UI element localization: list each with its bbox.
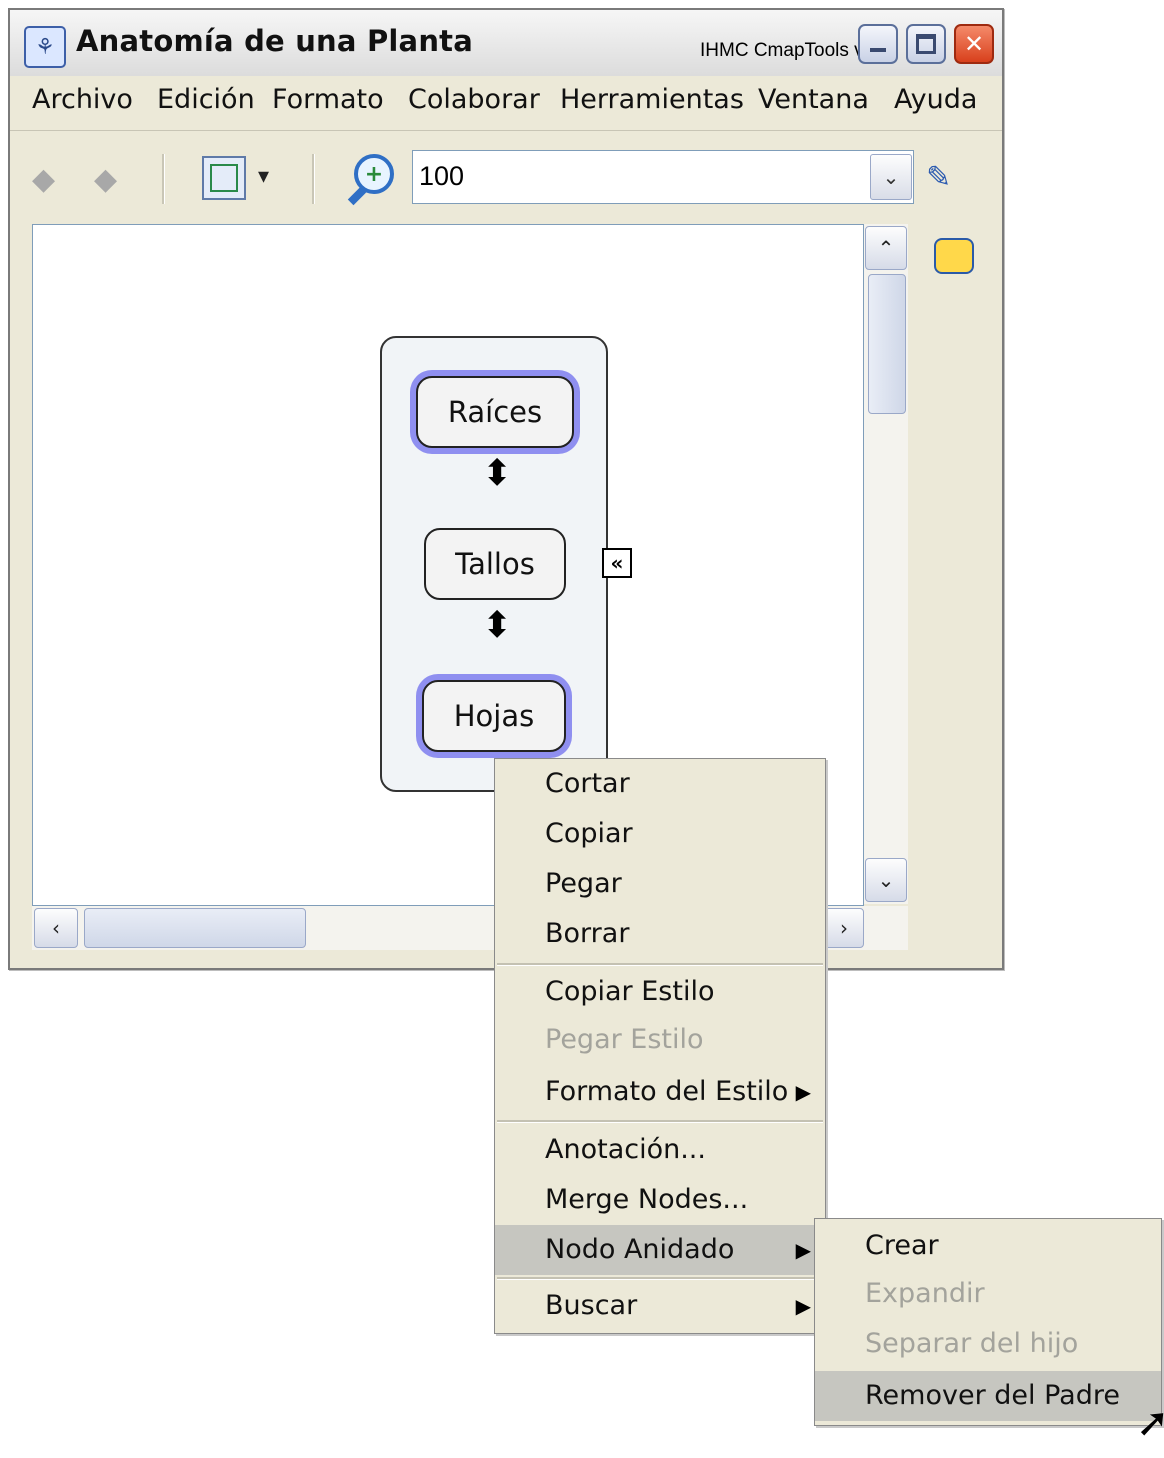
scroll-up-button[interactable]: ⌃ <box>865 226 907 270</box>
submenu-arrow-icon: ▶ <box>795 1294 811 1318</box>
menu-item-pegar-estilo: Pegar Estilo <box>545 1024 704 1055</box>
chevron-down-icon: ⌄ <box>877 868 895 892</box>
minimize-icon <box>870 48 886 52</box>
menu-colaborar[interactable]: Colaborar <box>408 84 540 115</box>
submenu-item-remover-del-padre[interactable]: Remover del Padre <box>815 1371 1161 1421</box>
horizontal-scroll-thumb[interactable] <box>84 908 306 948</box>
submenu-item-crear[interactable]: Crear <box>815 1221 1161 1271</box>
menu-item-cortar[interactable]: Cortar <box>495 759 825 809</box>
menu-formato[interactable]: Formato <box>272 84 384 115</box>
menu-item-formato-del-estilo[interactable]: Formato del Estilo ▶ <box>495 1067 825 1117</box>
menu-item-anotacion[interactable]: Anotación... <box>495 1125 825 1175</box>
nested-node-submenu: Crear Expandir Separar del hijo Remover … <box>814 1218 1162 1426</box>
scroll-left-button[interactable]: ‹ <box>34 908 78 948</box>
mouse-pointer-icon: ➚ <box>1136 1400 1164 1446</box>
zoom-handle <box>347 186 367 206</box>
concept-node-tallos[interactable]: Tallos <box>424 528 566 600</box>
chevron-down-icon: ⌄ <box>882 165 900 189</box>
submenu-arrow-icon: ▶ <box>795 1238 811 1262</box>
menu-ayuda[interactable]: Ayuda <box>894 84 977 115</box>
chevron-right-icon: › <box>840 916 848 940</box>
toolbar: ◆ ◆ ▾ + 100 ⌄ ✎ <box>10 132 1002 222</box>
menu-separator <box>497 1120 823 1123</box>
menu-item-buscar[interactable]: Buscar ▶ <box>495 1281 825 1331</box>
menu-item-copiar-estilo[interactable]: Copiar Estilo <box>495 967 825 1017</box>
chevron-down-icon[interactable]: ▾ <box>258 164 269 189</box>
context-menu: Cortar Copiar Pegar Borrar Copiar Estilo… <box>494 758 826 1334</box>
maximize-icon <box>916 34 936 54</box>
concept-node-hojas[interactable]: Hojas <box>422 680 566 752</box>
back-arrow-icon[interactable]: ◆ <box>32 162 55 197</box>
menu-item-borrar[interactable]: Borrar <box>495 909 825 959</box>
menu-herramientas[interactable]: Herramientas <box>560 84 744 115</box>
menu-separator <box>497 963 823 966</box>
maximize-button[interactable] <box>906 24 946 64</box>
scroll-down-button[interactable]: ⌄ <box>865 858 907 902</box>
toolbar-separator <box>312 154 315 204</box>
submenu-item-expandir: Expandir <box>865 1278 985 1309</box>
app-name: IHMC CmapTools v4 <box>700 40 875 61</box>
collapse-handle-icon[interactable]: « <box>602 548 632 578</box>
link-arrow-icon: ⬍ <box>482 605 513 646</box>
zoom-field[interactable]: 100 <box>412 150 914 204</box>
close-icon: ✕ <box>963 30 985 58</box>
menu-ventana[interactable]: Ventana <box>758 84 869 115</box>
concept-map-icon: ⚘ <box>24 26 66 68</box>
concept-node-raices[interactable]: Raíces <box>416 376 574 448</box>
menu-item-copiar[interactable]: Copiar <box>495 809 825 859</box>
menu-item-pegar[interactable]: Pegar <box>495 859 825 909</box>
toolbar-separator <box>162 154 165 204</box>
map-details-icon[interactable] <box>934 238 974 274</box>
submenu-arrow-icon: ▶ <box>795 1080 811 1104</box>
vertical-scroll-thumb[interactable] <box>868 274 906 414</box>
view-icon[interactable] <box>202 156 246 200</box>
zoom-dropdown-button[interactable]: ⌄ <box>870 154 912 200</box>
menu-edicion[interactable]: Edición <box>157 84 255 115</box>
menu-bar: Archivo Edición Formato Colaborar Herram… <box>10 76 1002 131</box>
minimize-button[interactable] <box>858 24 898 64</box>
chevron-left-icon: ‹ <box>52 916 60 940</box>
title-bar[interactable]: ⚘ Anatomía de una Planta IHMC CmapTools … <box>10 10 1002 77</box>
scroll-right-button[interactable]: › <box>824 908 864 948</box>
menu-item-merge-nodes[interactable]: Merge Nodes... <box>495 1175 825 1225</box>
submenu-item-separar-del-hijo: Separar del hijo <box>865 1328 1079 1359</box>
link-arrow-icon: ⬍ <box>482 453 513 494</box>
chevron-up-icon: ⌃ <box>877 236 895 260</box>
window-title: Anatomía de una Planta <box>76 24 473 58</box>
menu-item-nodo-anidado[interactable]: Nodo Anidado ▶ <box>495 1225 825 1275</box>
menu-archivo[interactable]: Archivo <box>32 84 133 115</box>
forward-arrow-icon[interactable]: ◆ <box>94 162 117 197</box>
edit-pencil-icon[interactable]: ✎ <box>926 160 951 195</box>
menu-separator <box>497 1277 823 1280</box>
close-button[interactable]: ✕ <box>954 24 994 64</box>
